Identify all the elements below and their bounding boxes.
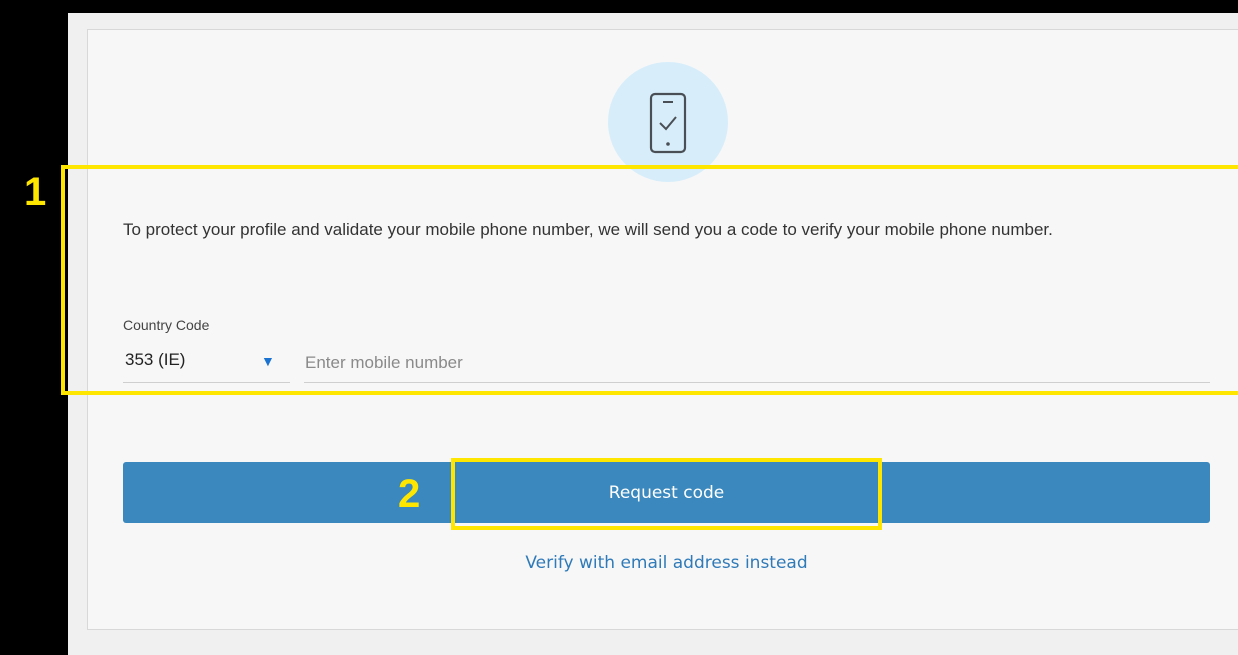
caret-down-icon: ▼ [261,353,275,369]
country-code-value: 353 (IE) [125,350,186,369]
verify-with-email-link[interactable]: Verify with email address instead [123,553,1210,573]
step-2-marker: 2 [398,472,421,516]
request-code-button[interactable]: Request code [123,462,1210,523]
page: To protect your profile and validate you… [0,0,1238,655]
country-code-select[interactable]: 353 (IE) ▼ [123,343,290,383]
mobile-number-input[interactable] [304,343,1210,383]
step-1-marker: 1 [24,170,47,214]
verification-description: To protect your profile and validate you… [123,220,1053,239]
phone-check-icon [608,62,728,182]
country-code-label: Country Code [123,317,210,333]
